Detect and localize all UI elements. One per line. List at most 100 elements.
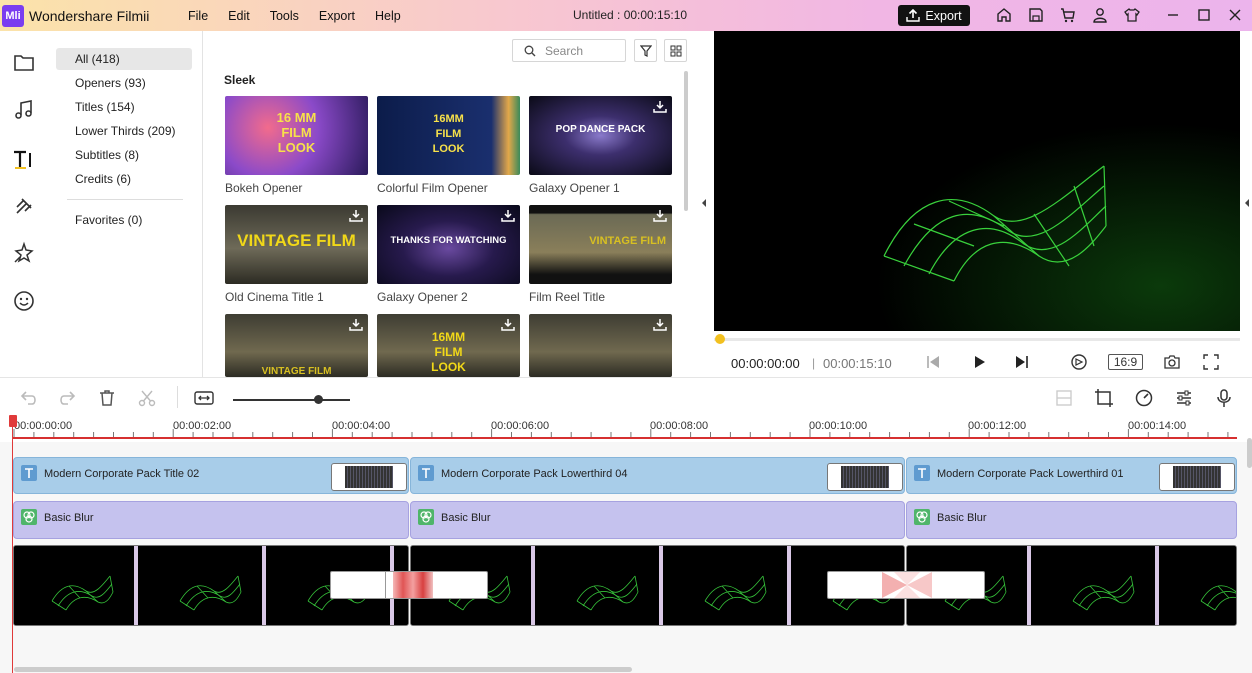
- fit-timeline-icon[interactable]: [194, 388, 214, 408]
- minimize-icon[interactable]: [1165, 7, 1181, 23]
- thumb-old-cinema-title-1[interactable]: VINTAGE FILM: [225, 205, 368, 284]
- speed-icon[interactable]: [1134, 388, 1154, 408]
- render-icon[interactable]: [1070, 353, 1088, 371]
- thumb-text: POP DANCE PACK: [555, 124, 646, 135]
- close-icon[interactable]: [1227, 7, 1243, 23]
- thumb-item-7[interactable]: VINTAGE FILM: [225, 314, 368, 377]
- playhead-line[interactable]: [12, 415, 13, 673]
- thumb-label: Film Reel Title: [529, 290, 606, 304]
- download-icon[interactable]: [653, 100, 667, 113]
- microphone-icon[interactable]: [1214, 388, 1234, 408]
- transition-marker[interactable]: [827, 571, 985, 599]
- time-separator: |: [812, 356, 816, 370]
- menu-help[interactable]: Help: [375, 9, 401, 23]
- seek-handle[interactable]: [715, 334, 725, 344]
- download-icon[interactable]: [349, 318, 363, 331]
- timeline-horizontal-scrollbar[interactable]: [14, 667, 632, 672]
- sticker-icon[interactable]: [12, 289, 36, 313]
- folder-icon[interactable]: [12, 51, 36, 75]
- category-subtitles[interactable]: Subtitles (8): [56, 144, 192, 166]
- title-clip[interactable]: Modern Corporate Pack Lowerthird 04: [410, 457, 905, 494]
- crop-layer-icon[interactable]: [1054, 388, 1074, 408]
- ruler-label: 00:00:04:00: [332, 420, 391, 432]
- transition-icon[interactable]: [12, 194, 36, 218]
- redo-icon[interactable]: [57, 388, 77, 408]
- effects-icon[interactable]: [12, 241, 36, 265]
- left-rail: [0, 31, 48, 377]
- clip-label: Basic Blur: [937, 512, 987, 524]
- frame-wave-graphic: [704, 575, 767, 611]
- crop-icon[interactable]: [1094, 388, 1114, 408]
- menu-file[interactable]: File: [188, 9, 208, 23]
- effect-clip[interactable]: Basic Blur: [906, 501, 1237, 539]
- download-icon[interactable]: [501, 318, 515, 331]
- effect-clip[interactable]: Basic Blur: [410, 501, 905, 539]
- maximize-icon[interactable]: [1196, 7, 1212, 23]
- clip-label: Basic Blur: [44, 512, 94, 524]
- clip-thumbnail: [827, 463, 903, 491]
- download-icon[interactable]: [349, 209, 363, 222]
- thumb-galaxy-opener-1[interactable]: POP DANCE PACK: [529, 96, 672, 175]
- clip-label: Modern Corporate Pack Lowerthird 04: [441, 468, 628, 480]
- effect-clip[interactable]: Basic Blur: [13, 501, 409, 539]
- player-controls: 00:00:00:00 | 00:00:15:10 16:9: [714, 331, 1240, 377]
- seek-track[interactable]: [714, 338, 1240, 341]
- fullscreen-icon[interactable]: [1202, 353, 1220, 371]
- category-favorites[interactable]: Favorites (0): [56, 209, 192, 231]
- filter-button[interactable]: [634, 39, 657, 62]
- adjust-icon[interactable]: [1174, 388, 1194, 408]
- category-credits[interactable]: Credits (6): [56, 168, 192, 190]
- category-titles[interactable]: Titles (154): [56, 96, 192, 118]
- category-lower-thirds[interactable]: Lower Thirds (209): [56, 120, 192, 142]
- download-icon[interactable]: [501, 209, 515, 222]
- thumb-text: VINTAGE FILM: [589, 235, 666, 247]
- delete-icon[interactable]: [97, 388, 117, 408]
- title-clip[interactable]: Modern Corporate Pack Lowerthird 01: [906, 457, 1237, 494]
- thumb-item-9[interactable]: [529, 314, 672, 377]
- thumb-galaxy-opener-2[interactable]: THANKS FOR WATCHING: [377, 205, 520, 284]
- zoom-slider-track[interactable]: [233, 399, 350, 401]
- search-box[interactable]: Search: [512, 39, 626, 62]
- save-icon[interactable]: [1028, 7, 1044, 23]
- library-scrollbar[interactable]: [684, 71, 688, 211]
- search-input[interactable]: Search: [545, 44, 583, 58]
- category-all[interactable]: All (418): [56, 48, 192, 70]
- download-icon[interactable]: [653, 318, 667, 331]
- transition-marker[interactable]: [330, 571, 488, 599]
- collapse-left-icon[interactable]: [700, 198, 708, 208]
- export-button[interactable]: Export: [898, 5, 970, 26]
- play-icon[interactable]: [970, 353, 988, 371]
- thumb-bokeh-opener[interactable]: 16 MM FILM LOOK: [225, 96, 368, 175]
- snapshot-icon[interactable]: [1163, 353, 1181, 371]
- download-icon[interactable]: [653, 209, 667, 222]
- timeline-vertical-scrollbar[interactable]: [1247, 438, 1252, 468]
- category-openers[interactable]: Openers (93): [56, 72, 192, 94]
- menu-tools[interactable]: Tools: [270, 9, 299, 23]
- video-frame: [14, 546, 138, 625]
- collapse-right-icon[interactable]: [1243, 198, 1251, 208]
- next-frame-icon[interactable]: [1013, 353, 1031, 371]
- grid-view-button[interactable]: [664, 39, 687, 62]
- thumb-label: Bokeh Opener: [225, 181, 303, 195]
- cut-icon[interactable]: [137, 388, 157, 408]
- thumb-item-8[interactable]: 16MM FILM LOOK: [377, 314, 520, 377]
- undo-icon[interactable]: [19, 388, 39, 408]
- user-icon[interactable]: [1092, 7, 1108, 23]
- thumb-colorful-film-opener[interactable]: 16MM FILM LOOK: [377, 96, 520, 175]
- music-icon[interactable]: [12, 98, 36, 122]
- shirt-icon[interactable]: [1124, 7, 1140, 23]
- home-icon[interactable]: [996, 7, 1012, 23]
- zoom-slider-handle[interactable]: [314, 395, 323, 404]
- title-clip[interactable]: Modern Corporate Pack Title 02: [13, 457, 409, 494]
- frame-wave-graphic: [51, 575, 114, 611]
- frame-wave-graphic: [179, 575, 242, 611]
- cart-icon[interactable]: [1060, 7, 1076, 23]
- thumb-film-reel-title[interactable]: VINTAGE FILM: [529, 205, 672, 284]
- menu-export[interactable]: Export: [319, 9, 355, 23]
- ruler-label: 00:00:08:00: [650, 420, 709, 432]
- title-icon[interactable]: [12, 147, 36, 171]
- menu-edit[interactable]: Edit: [228, 9, 250, 23]
- previous-frame-icon[interactable]: [924, 353, 942, 371]
- playhead-handle[interactable]: [9, 415, 17, 427]
- aspect-ratio-button[interactable]: 16:9: [1108, 354, 1143, 370]
